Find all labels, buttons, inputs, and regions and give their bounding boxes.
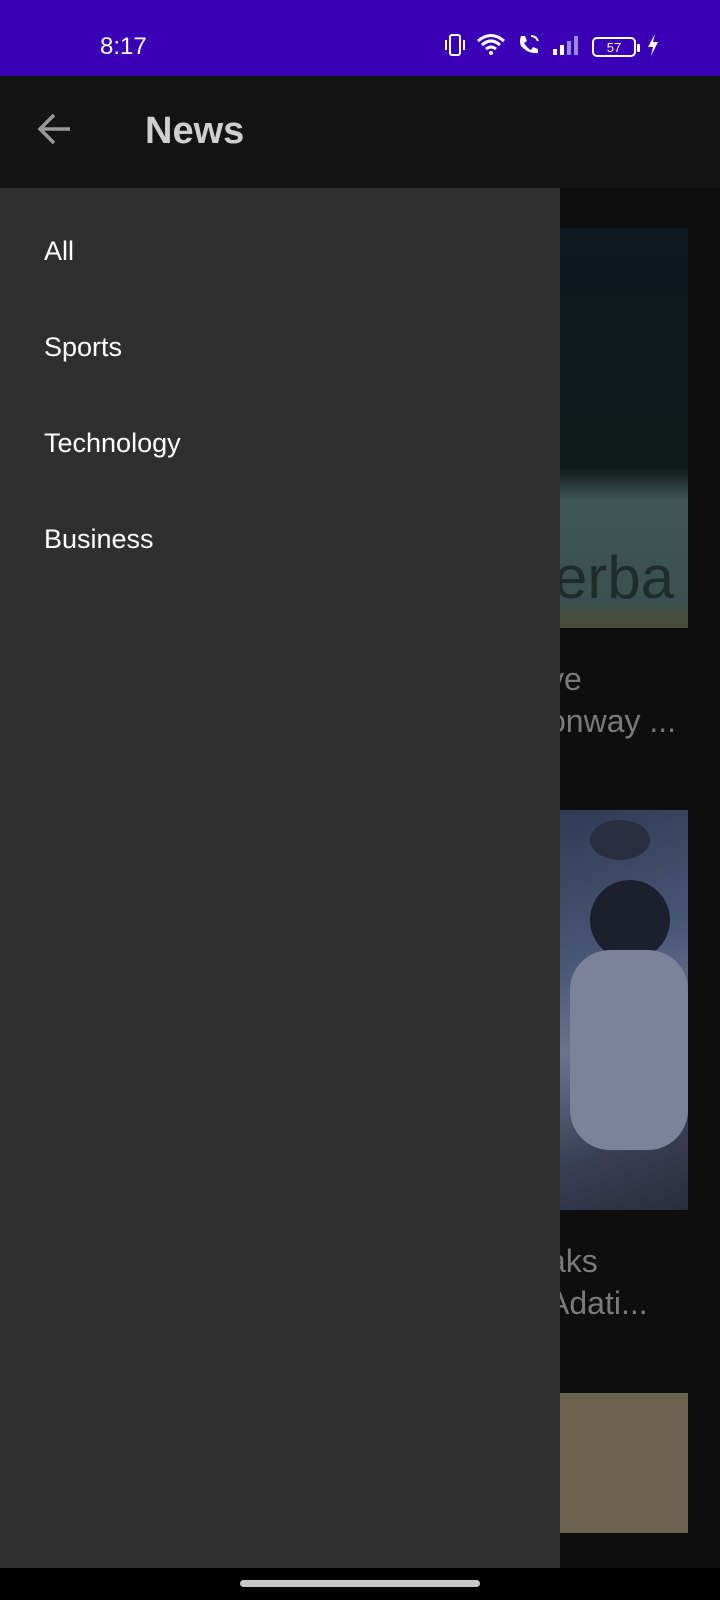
drawer-item-technology[interactable]: Technology <box>44 428 181 459</box>
battery-level: 57 <box>606 39 622 55</box>
system-nav-bar <box>0 1568 720 1600</box>
home-indicator[interactable] <box>240 1580 480 1587</box>
drawer-item-all[interactable]: All <box>44 236 74 267</box>
photo-shape <box>570 950 688 1150</box>
vibrate-icon <box>444 32 466 63</box>
arrow-left-icon <box>37 113 73 150</box>
title-line: ve <box>548 661 582 697</box>
news-card-title[interactable]: ve onway ... <box>548 658 708 742</box>
wifi-call-icon <box>516 32 542 63</box>
wifi-icon <box>476 32 506 63</box>
news-card-image[interactable]: erba <box>560 228 688 628</box>
charging-icon <box>646 33 660 62</box>
news-card-image[interactable] <box>560 1393 688 1533</box>
photo-shape <box>590 880 670 960</box>
battery-icon: 57 <box>592 37 640 57</box>
title-line: onway ... <box>548 703 677 739</box>
app-bar: News <box>0 76 720 188</box>
news-card-image[interactable] <box>560 810 688 1210</box>
news-card-title[interactable]: aks Adati... <box>548 1240 708 1324</box>
photo-shape <box>590 820 650 860</box>
status-bar: 8:17 57 <box>0 0 720 76</box>
back-button[interactable] <box>30 106 80 156</box>
page-title: News <box>145 110 245 152</box>
title-line: aks <box>548 1243 598 1279</box>
navigation-drawer: All Sports Technology Business <box>0 188 560 1568</box>
signal-icon <box>552 34 582 61</box>
status-icons: 57 <box>444 30 660 64</box>
drawer-item-sports[interactable]: Sports <box>44 332 122 363</box>
status-time: 8:17 <box>100 33 147 60</box>
image-text: erba <box>560 544 675 611</box>
title-line: Adati... <box>548 1285 648 1321</box>
drawer-item-business[interactable]: Business <box>44 524 154 555</box>
screen: 8:17 57 News erba ve onway ... aks Adati… <box>0 0 720 1600</box>
